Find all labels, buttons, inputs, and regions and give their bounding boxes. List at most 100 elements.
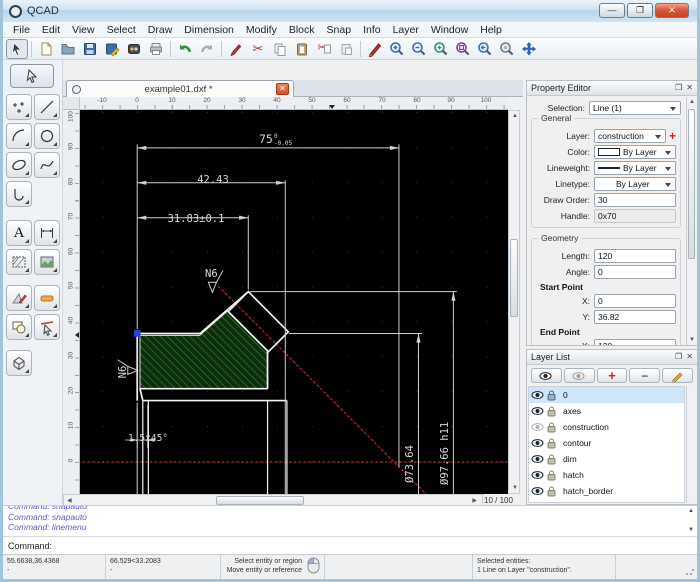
selection-arrow-icon[interactable] [6,39,28,59]
ellipse-tool[interactable] [6,152,32,178]
color-combo[interactable]: By Layer [594,145,676,159]
end-x-field[interactable]: 120 [594,339,676,345]
polyline-tool[interactable] [6,181,32,207]
svg-export-icon[interactable] [123,39,145,59]
cut-icon[interactable]: ✂ [247,39,269,59]
lineweight-combo[interactable]: By Layer [594,161,676,175]
layer-row-axes[interactable]: axes [529,403,684,419]
layer-list-titlebar[interactable]: Layer List ❐ ✕ [527,350,697,365]
hatch-tool[interactable] [6,249,32,275]
eye-icon[interactable] [531,469,544,481]
restore-button[interactable]: ❐ [627,3,653,18]
paste-icon[interactable] [291,39,313,59]
menu-layer[interactable]: Layer [387,24,425,36]
start-y-field[interactable]: 36.82 [594,310,676,324]
add-layer-icon[interactable]: + [669,130,676,142]
angle-field[interactable]: 0 [594,265,676,279]
lock-icon[interactable] [545,469,558,481]
menu-block[interactable]: Block [283,24,321,36]
menu-snap[interactable]: Snap [321,24,358,36]
explode-tool[interactable] [6,314,32,340]
text-tool[interactable]: A [6,220,32,246]
zoom-page-icon[interactable] [496,39,518,59]
menu-select[interactable]: Select [101,24,142,36]
layer-row-hatch-border[interactable]: hatch_border [529,483,684,499]
lock-icon[interactable] [545,405,558,417]
circle-tool[interactable] [34,123,60,149]
edit-layer-button[interactable] [662,368,693,383]
copy-icon[interactable] [269,39,291,59]
command-input[interactable] [58,539,691,552]
arc-tool[interactable] [6,123,32,149]
eye-icon[interactable] [531,437,544,449]
open-file-icon[interactable] [57,39,79,59]
selection-point-marker[interactable] [134,330,141,337]
box-tool[interactable] [6,350,32,376]
layer-row-dim[interactable]: dim [529,451,684,467]
command-history[interactable]: Command: snapauto Command: snapauto Comm… [3,505,697,536]
menu-draw[interactable]: Draw [142,24,179,36]
minimize-button[interactable]: — [599,3,625,18]
close-panel-icon[interactable]: ✕ [686,353,693,361]
lock-icon[interactable] [545,389,558,401]
auto-zoom-icon[interactable] [430,39,452,59]
layer-row-0[interactable]: 0 [529,387,684,403]
menu-edit[interactable]: Edit [36,24,66,36]
print-icon[interactable] [145,39,167,59]
property-editor-titlebar[interactable]: Property Editor ❐ ✕ [527,81,697,96]
lock-icon[interactable] [545,453,558,465]
eye-icon[interactable] [531,405,544,417]
drawing-preferences-icon[interactable] [101,39,123,59]
menu-modify[interactable]: Modify [240,24,283,36]
lock-icon[interactable] [545,437,558,449]
float-panel-icon[interactable]: ❐ [675,353,682,361]
paste-reference-icon[interactable] [335,39,357,59]
image-tool[interactable] [34,249,60,275]
tab-close-icon[interactable]: ✕ [276,83,289,95]
menu-info[interactable]: Info [357,24,387,36]
lock-icon[interactable] [545,485,558,497]
canvas-vertical-scrollbar[interactable]: ▲ ▼ [508,110,520,494]
float-panel-icon[interactable]: ❐ [675,84,682,92]
spline-tool[interactable] [34,152,60,178]
eye-icon[interactable] [531,421,544,433]
start-x-field[interactable]: 0 [594,294,676,308]
drawing-canvas[interactable]: 75 0 -0.05 42.43 31.83±0.1 1.5x45° N6 N6… [80,110,508,494]
cut-reference-icon[interactable]: ✂ [313,39,335,59]
selection-tool[interactable] [10,64,54,88]
close-panel-icon[interactable]: ✕ [686,84,693,92]
dimension-tool[interactable] [34,220,60,246]
resize-grip[interactable] [685,566,695,576]
menu-window[interactable]: Window [425,24,474,36]
zoom-out-icon[interactable] [408,39,430,59]
modify-tool[interactable] [6,285,32,311]
menu-help[interactable]: Help [474,24,508,36]
line-tool[interactable] [34,94,60,120]
tab-example01[interactable]: example01.dxf * ✕ [66,80,294,97]
eye-icon[interactable] [531,485,544,497]
history-scrollbar[interactable]: ▲ ▼ [685,506,695,535]
show-all-layers-button[interactable] [531,368,562,383]
scroll-right-icon[interactable]: ▶ [472,498,477,504]
zoom-window-icon[interactable] [452,39,474,59]
zoom-in-icon[interactable] [386,39,408,59]
trim-tool[interactable] [34,285,60,311]
scroll-up-icon[interactable]: ▲ [512,113,518,119]
save-file-icon[interactable] [79,39,101,59]
selection-combo[interactable]: Line (1) [589,101,681,115]
close-button[interactable]: ✕ [655,3,689,18]
lock-icon[interactable] [545,421,558,433]
draw-pencil-icon[interactable] [364,39,386,59]
new-file-icon[interactable] [35,39,57,59]
menu-dimension[interactable]: Dimension [178,24,240,36]
layer-row-hatch[interactable]: hatch [529,467,684,483]
redo-icon[interactable] [196,39,218,59]
remove-layer-button[interactable]: − [629,368,660,383]
layer-row-construction[interactable]: construction [529,419,684,435]
menu-view[interactable]: View [66,24,101,36]
layer-row-contour[interactable]: contour [529,435,684,451]
linetype-combo[interactable]: By Layer [594,177,676,191]
pan-icon[interactable] [518,39,540,59]
menu-file[interactable]: File [7,24,36,36]
add-layer-button[interactable]: + [597,368,628,383]
